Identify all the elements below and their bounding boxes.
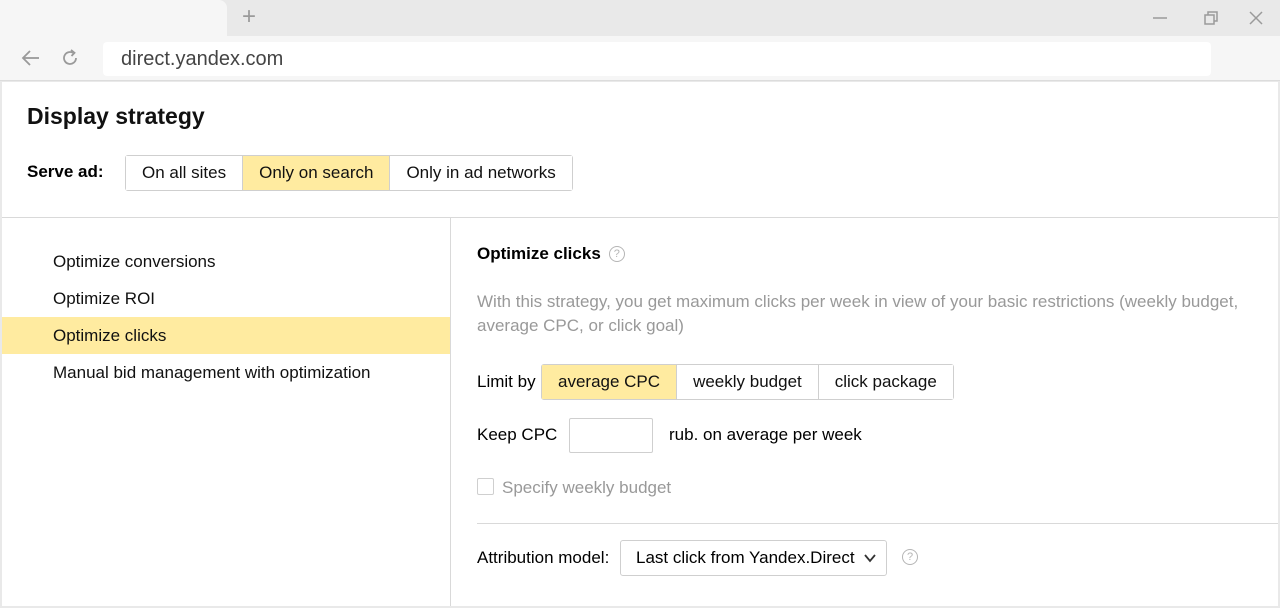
attribution-label: Attribution model: <box>477 548 610 567</box>
serve-ad-label: Serve ad: <box>27 162 104 181</box>
attribution-divider <box>477 523 1278 524</box>
keep-cpc-label: Keep CPC <box>477 425 558 444</box>
minimize-icon[interactable] <box>1150 8 1170 28</box>
cpc-input[interactable] <box>569 418 653 453</box>
strategy-optimize-clicks[interactable]: Optimize clicks <box>2 317 450 354</box>
address-bar[interactable]: direct.yandex.com <box>103 42 1211 76</box>
attribution-select[interactable]: Last click from Yandex.Direct <box>620 540 887 576</box>
weekly-budget-label[interactable]: Specify weekly budget <box>502 478 671 498</box>
strategy-list: Optimize conversions Optimize ROI Optimi… <box>2 243 450 391</box>
close-icon[interactable] <box>1246 8 1266 28</box>
attribution-value: Last click from Yandex.Direct <box>636 548 855 567</box>
cpc-suffix-label: rub. on average per week <box>669 425 862 444</box>
limit-option-average-cpc[interactable]: average CPC <box>542 365 677 399</box>
attribution-help-icon[interactable]: ? <box>902 549 918 565</box>
page-title: Display strategy <box>27 103 205 129</box>
panel-title: Optimize clicks <box>477 244 601 263</box>
weekly-budget-checkbox[interactable] <box>477 478 494 495</box>
help-icon[interactable]: ? <box>608 246 625 262</box>
limit-option-weekly-budget[interactable]: weekly budget <box>676 365 818 399</box>
strategy-settings-panel: Optimize clicks ? With this strategy, yo… <box>451 218 1278 606</box>
strategy-optimize-conversions[interactable]: Optimize conversions <box>2 243 450 280</box>
back-arrow-icon[interactable] <box>20 47 42 69</box>
limit-option-click-package[interactable]: click package <box>817 365 953 399</box>
new-tab-button[interactable]: + <box>238 5 260 29</box>
limit-by-selector: average CPC weekly budget click package <box>541 364 954 400</box>
browser-toolbar: direct.yandex.com <box>0 36 1280 81</box>
strategy-optimize-roi[interactable]: Optimize ROI <box>2 280 450 317</box>
serve-option-only-search[interactable]: Only on search <box>242 156 390 190</box>
restore-icon[interactable] <box>1201 8 1221 28</box>
serve-option-all-sites[interactable]: On all sites <box>126 156 243 190</box>
reload-icon[interactable] <box>59 47 81 69</box>
page-content: Display strategy Serve ad: On all sites … <box>2 82 1278 606</box>
strategy-description: With this strategy, you get maximum clic… <box>477 292 1239 335</box>
chevron-down-icon <box>863 554 876 563</box>
browser-tab[interactable] <box>0 0 227 36</box>
browser-tab-bar: + <box>0 0 1280 36</box>
serve-ad-selector: On all sites Only on search Only in ad n… <box>125 155 573 191</box>
limit-by-label: Limit by <box>477 372 536 391</box>
panel-title-row: Optimize clicks ? <box>477 244 625 264</box>
strategy-manual-bid[interactable]: Manual bid management with optimization <box>2 354 450 391</box>
serve-option-ad-networks[interactable]: Only in ad networks <box>389 156 572 190</box>
